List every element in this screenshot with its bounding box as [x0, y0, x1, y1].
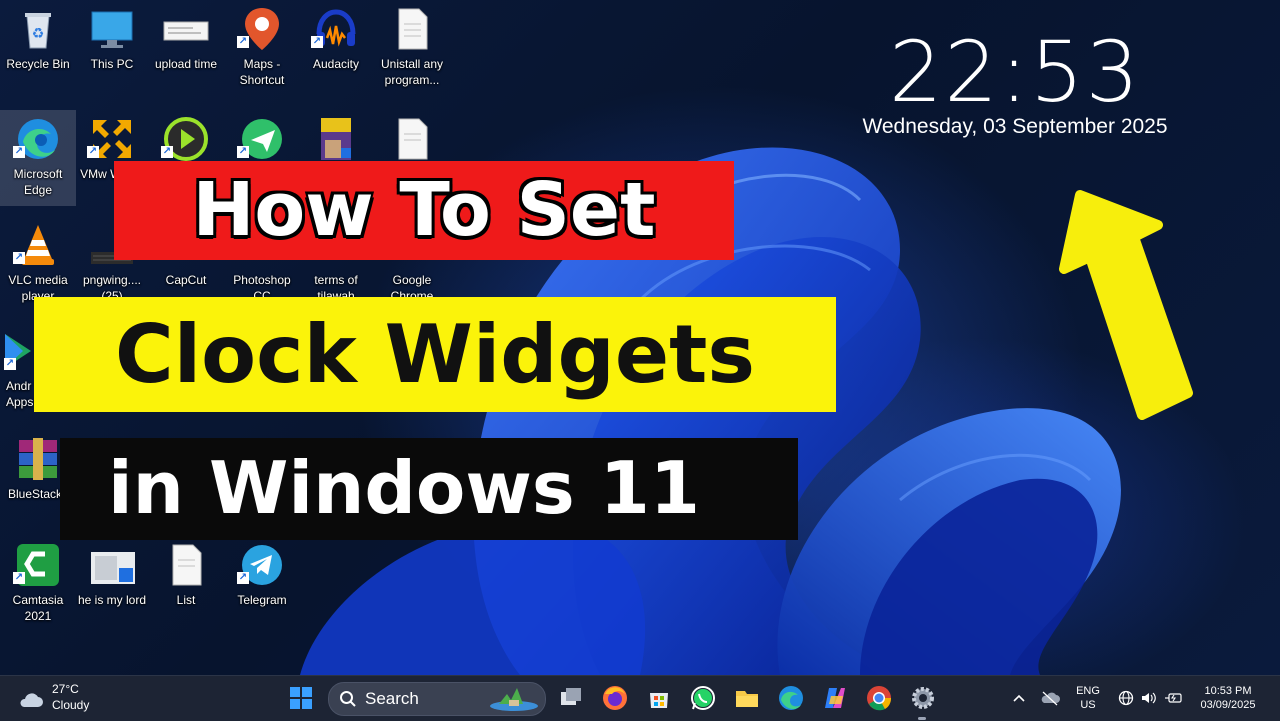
- search-placeholder: Search: [365, 689, 419, 708]
- book-cover-icon: [321, 118, 351, 160]
- title-line1-text: How To Set: [192, 167, 656, 253]
- title-line3-text: in Windows 11: [108, 446, 700, 530]
- shortcut-arrow-icon: ↗: [161, 146, 173, 158]
- desktop-icon-label: Telegram: [237, 593, 287, 607]
- windows-start-icon[interactable]: [287, 684, 315, 712]
- svg-text:♻: ♻: [32, 26, 45, 42]
- weather-condition: Cloudy: [52, 698, 90, 712]
- shortcut-arrow-icon: ↗: [4, 358, 16, 370]
- shortcut-arrow-icon: ↗: [311, 36, 323, 48]
- settings-icon[interactable]: [909, 684, 937, 712]
- network-globe-icon[interactable]: [1118, 690, 1134, 706]
- taskbar-search[interactable]: Search: [328, 682, 546, 716]
- title-banner-line1: How To Set: [114, 161, 734, 260]
- desktop-icon-label: Andr Apps: [6, 379, 34, 409]
- desktop-icon-label: Unistall any program...: [380, 57, 444, 87]
- whatsapp-icon[interactable]: [689, 684, 717, 712]
- firefox-icon[interactable]: [601, 684, 629, 712]
- desktop-icon-camtasia[interactable]: ↗ Camtasia 2021: [0, 536, 76, 632]
- copilot-icon[interactable]: [821, 684, 849, 712]
- desktop-icon-label: he is my lord: [77, 593, 147, 607]
- recycle-bin-icon: ♻: [25, 13, 51, 49]
- title-banner-line2: Clock Widgets: [34, 297, 836, 412]
- language-indicator[interactable]: ENG US: [1070, 684, 1106, 712]
- desktop-icon-upload-time[interactable]: upload time: [148, 0, 224, 96]
- desktop-icon-maps[interactable]: ↗ Maps - Shortcut: [224, 0, 300, 96]
- winrar-icon: [19, 438, 57, 480]
- desktop-icon-microsoft-edge[interactable]: ↗ Microsoft Edge: [0, 110, 76, 206]
- text-file-icon: [398, 118, 428, 160]
- keyboard-region: US: [1080, 699, 1096, 711]
- volume-icon[interactable]: [1140, 690, 1158, 706]
- task-view-icon[interactable]: [557, 684, 585, 712]
- desktop: ♻ Recycle Bin This PC upload time ↗ Maps…: [0, 0, 1280, 675]
- desktop-icon-label: Camtasia 2021: [12, 593, 64, 623]
- shortcut-arrow-icon: ↗: [87, 146, 99, 158]
- weather-widget[interactable]: 27°C Cloudy: [18, 682, 108, 716]
- shortcut-arrow-icon: ↗: [13, 252, 25, 264]
- monitor-icon: [91, 11, 133, 48]
- edge-icon[interactable]: [777, 684, 805, 712]
- shortcut-arrow-icon: ↗: [237, 146, 249, 158]
- clock-widget-date: Wednesday, 03 September 2025: [862, 115, 1168, 138]
- title-line2-text: Clock Widgets: [115, 308, 755, 401]
- search-highlight-icon: [490, 688, 538, 711]
- desktop-icon-label: List: [176, 593, 196, 607]
- cloud-icon: [20, 693, 43, 707]
- battery-charging-icon[interactable]: [1164, 689, 1184, 707]
- chrome-icon[interactable]: [865, 684, 893, 712]
- text-file-icon: [398, 8, 428, 50]
- store-icon[interactable]: [645, 684, 673, 712]
- file-explorer-icon[interactable]: [733, 684, 761, 712]
- desktop-icon-label: Maps - Shortcut: [239, 57, 285, 87]
- taskbar-time: 10:53 PM: [1204, 685, 1252, 697]
- chevron-up-icon[interactable]: [1012, 691, 1026, 705]
- taskbar-date: 03/09/2025: [1200, 699, 1256, 711]
- desktop-icon-he-is-my-lord[interactable]: he is my lord: [74, 536, 150, 632]
- desktop-icon-telegram[interactable]: ↗ Telegram: [224, 536, 300, 632]
- clock-widget-time: 22:53: [888, 23, 1142, 121]
- language-code: ENG: [1076, 685, 1100, 697]
- shortcut-arrow-icon: ↗: [237, 572, 249, 584]
- text-file-icon: [172, 544, 202, 586]
- onedrive-icon[interactable]: [1040, 690, 1060, 706]
- shortcut-arrow-icon: ↗: [13, 572, 25, 584]
- shortcut-arrow-icon: ↗: [237, 36, 249, 48]
- desktop-icon-list[interactable]: List: [148, 536, 224, 632]
- desktop-icon-label: This PC: [90, 57, 134, 71]
- desktop-icon-label: Microsoft Edge: [13, 167, 63, 197]
- image-icon: [91, 552, 135, 584]
- pointer-arrow-icon: [1059, 190, 1193, 420]
- desktop-icon-label: upload time: [154, 57, 218, 71]
- desktop-icon-label: CapCut: [165, 273, 207, 287]
- taskbar-clock[interactable]: 10:53 PM 03/09/2025: [1190, 684, 1266, 712]
- taskbar: 27°C Cloudy Search ENG US 10:53 PM 03/09…: [0, 675, 1280, 721]
- shortcut-arrow-icon: ↗: [13, 146, 25, 158]
- title-banner-line3: in Windows 11: [60, 438, 798, 540]
- desktop-icon-audacity[interactable]: ↗ Audacity: [298, 0, 374, 96]
- desktop-icon-uninstall-program[interactable]: Unistall any program...: [374, 0, 450, 96]
- desktop-icon-recycle-bin[interactable]: ♻ Recycle Bin: [0, 0, 76, 96]
- search-icon: [340, 691, 356, 707]
- desktop-icon-this-pc[interactable]: This PC: [74, 0, 150, 96]
- document-icon: [163, 21, 209, 41]
- desktop-icon-label: Recycle Bin: [6, 57, 70, 71]
- weather-temperature: 27°C: [52, 682, 79, 696]
- desktop-icon-label: Audacity: [312, 57, 360, 71]
